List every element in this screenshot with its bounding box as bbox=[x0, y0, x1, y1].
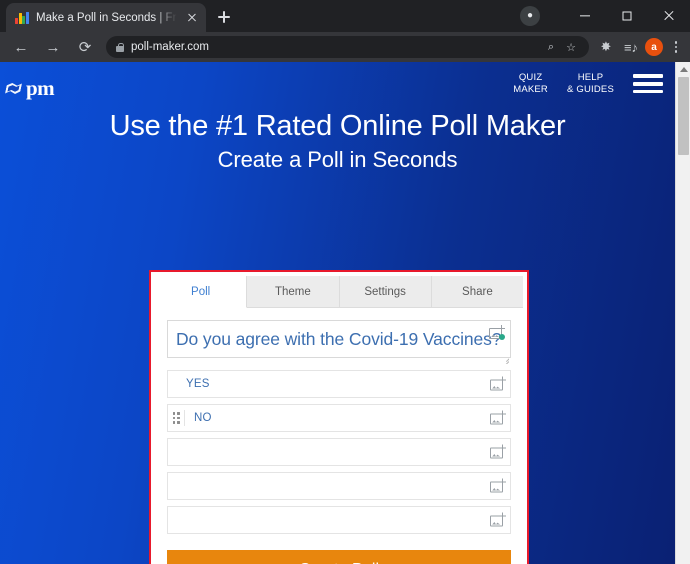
new-tab-button[interactable] bbox=[213, 6, 235, 28]
add-image-icon[interactable] bbox=[490, 444, 506, 459]
search-icon[interactable]: ⌕ bbox=[542, 38, 560, 56]
scrollbar-thumb[interactable] bbox=[678, 77, 689, 155]
forward-glyph: → bbox=[45, 38, 61, 56]
browser-window: Make a Poll in Seconds | Free & U ● ← → … bbox=[0, 0, 690, 564]
close-icon[interactable] bbox=[184, 10, 200, 26]
drag-handle-icon[interactable] bbox=[172, 412, 180, 424]
question-input[interactable]: Do you agree with the Covid-19 Vaccines? bbox=[167, 320, 511, 358]
maximize-button[interactable] bbox=[606, 0, 648, 32]
close-window-button[interactable] bbox=[648, 0, 690, 32]
page-viewport: pm QUIZ MAKER HELP & GUIDES Use the #1 R… bbox=[0, 62, 690, 564]
puzzle-extension-icon[interactable]: ✸ bbox=[595, 34, 617, 60]
add-image-icon[interactable] bbox=[489, 325, 507, 342]
bookmark-star-icon[interactable]: ☆ bbox=[562, 38, 580, 56]
minimize-button[interactable] bbox=[564, 0, 606, 32]
poll-maker-mark-icon bbox=[6, 81, 24, 96]
address-bar[interactable]: poll-maker.com ⌕ ☆ bbox=[106, 36, 589, 58]
scroll-up-arrow-icon[interactable] bbox=[676, 62, 690, 76]
answer-option-row[interactable]: YES bbox=[167, 370, 511, 398]
browser-tab[interactable]: Make a Poll in Seconds | Free & U bbox=[6, 3, 206, 32]
reading-list-icon[interactable]: ≡♪ bbox=[620, 34, 642, 60]
kebab-menu-icon[interactable] bbox=[666, 34, 686, 60]
hamburger-menu-icon[interactable] bbox=[633, 73, 663, 95]
tab-poll[interactable]: Poll bbox=[155, 276, 248, 308]
bar-chart-favicon bbox=[15, 11, 29, 25]
tab-theme[interactable]: Theme bbox=[247, 276, 340, 307]
answer-option-text: NO bbox=[194, 412, 212, 424]
add-image-icon[interactable] bbox=[490, 478, 506, 493]
reload-glyph: ⟳ bbox=[78, 38, 92, 56]
sidebar-item-quiz-maker[interactable]: QUIZ MAKER bbox=[513, 72, 548, 96]
window-controls bbox=[564, 0, 690, 32]
forward-icon[interactable]: → bbox=[39, 33, 67, 61]
create-poll-button[interactable]: Create Poll bbox=[167, 550, 511, 564]
tab-settings[interactable]: Settings bbox=[339, 276, 432, 307]
question-text: Do you agree with the Covid-19 Vaccines? bbox=[176, 328, 502, 349]
lock-icon bbox=[116, 42, 125, 52]
hero-section: Use the #1 Rated Online Poll Maker Creat… bbox=[0, 110, 675, 173]
answer-option-row[interactable] bbox=[167, 506, 511, 534]
add-image-icon[interactable] bbox=[490, 376, 506, 391]
submit-area: Create Poll bbox=[167, 544, 511, 564]
omnibox-actions: ⌕ ☆ bbox=[542, 38, 580, 56]
tab-title: Make a Poll in Seconds | Free & U bbox=[36, 11, 177, 24]
back-glyph: ← bbox=[13, 38, 29, 56]
sidebar-item-help-and-guides[interactable]: HELP & GUIDES bbox=[567, 72, 614, 96]
site-nav: QUIZ MAKER HELP & GUIDES bbox=[513, 72, 663, 96]
url-text: poll-maker.com bbox=[131, 41, 209, 53]
poll-widget: Poll Theme Settings Share Do you agree w… bbox=[155, 276, 523, 564]
poll-form: Do you agree with the Covid-19 Vaccines? bbox=[155, 308, 523, 564]
page-scrollbar[interactable] bbox=[675, 62, 690, 564]
back-icon[interactable]: ← bbox=[7, 33, 35, 61]
poll-widget-tabs: Poll Theme Settings Share bbox=[155, 276, 523, 308]
image-attached-indicator bbox=[499, 334, 505, 340]
answer-option-row[interactable] bbox=[167, 438, 511, 466]
resize-handle[interactable] bbox=[501, 356, 509, 364]
tab-strip: Make a Poll in Seconds | Free & U ● bbox=[0, 0, 690, 32]
page-subtitle: Create a Poll in Seconds bbox=[217, 147, 458, 173]
extensions-area: ✸ ≡♪ a bbox=[595, 34, 690, 60]
reload-icon[interactable]: ⟳ bbox=[71, 33, 99, 61]
answer-option-row[interactable] bbox=[167, 472, 511, 500]
site-logo-text: pm bbox=[26, 76, 55, 100]
page-title: Use the #1 Rated Online Poll Maker bbox=[109, 110, 566, 142]
profile-badge[interactable]: ● bbox=[520, 6, 540, 26]
add-image-icon[interactable] bbox=[490, 512, 506, 527]
tab-share[interactable]: Share bbox=[431, 276, 523, 307]
poll-widget-highlight: Poll Theme Settings Share Do you agree w… bbox=[149, 270, 529, 564]
avatar[interactable]: a bbox=[645, 38, 663, 56]
add-image-icon[interactable] bbox=[490, 410, 506, 425]
browser-toolbar: ← → ⟳ poll-maker.com ⌕ ☆ ✸ ≡♪ a bbox=[0, 32, 690, 62]
answer-option-text: YES bbox=[186, 378, 210, 390]
question-field-wrapper: Do you agree with the Covid-19 Vaccines? bbox=[167, 320, 511, 358]
site-header: pm QUIZ MAKER HELP & GUIDES bbox=[0, 62, 675, 110]
profile-badge-glyph: ● bbox=[526, 10, 534, 21]
answer-options-list: YES NO bbox=[167, 370, 511, 540]
answer-option-row[interactable]: NO bbox=[167, 404, 511, 432]
site-logo[interactable]: pm bbox=[6, 76, 55, 101]
divider bbox=[184, 410, 185, 426]
